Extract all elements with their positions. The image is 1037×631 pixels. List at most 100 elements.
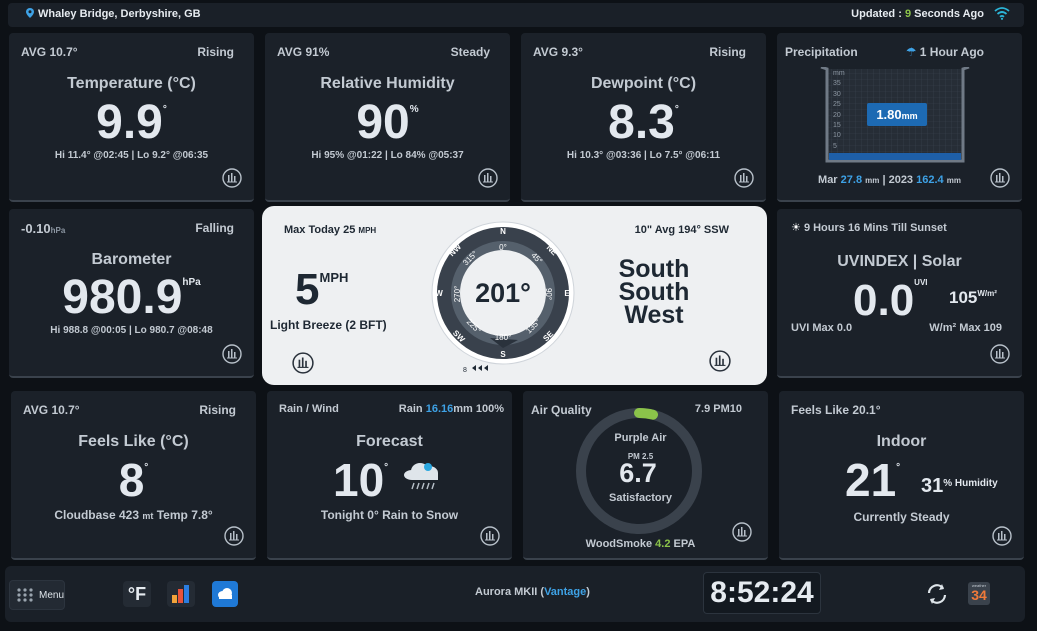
humidity-avg: AVG 91% [277,45,330,59]
chart-icon[interactable] [992,526,1012,546]
chart-icon[interactable] [734,168,754,188]
compass-0: 0° [499,243,507,252]
forecast-rain-value: 16.16 [425,403,454,415]
humidity-title: Relative Humidity [320,75,455,92]
chart-icon[interactable] [990,344,1010,364]
indoor-status: Currently Steady [853,510,950,524]
air-source: Purple Air [614,432,667,444]
solar-card[interactable]: ☀ 9 Hours 16 Mins Till Sunset UVINDEX | … [777,209,1022,378]
year-value: 162.4 [916,174,944,186]
dewpoint-trend: Rising [709,45,746,59]
temperature-hilo: Hi 11.4° @02:45 | Lo 9.2° @06:35 [54,150,209,161]
month-label: Mar [818,174,838,186]
barometer-hilo: Hi 988.8 @00:05 | Lo 980.7 @08:48 [50,325,213,336]
compass-s: S [500,350,506,359]
air-quality-card[interactable]: Air Quality 7.9 PM10 Purple Air PM 2.5 6… [523,391,768,560]
sun-icon: ☀ [791,222,801,234]
umbrella-icon: ☂ [905,45,917,59]
precipitation-ago-text: 1 Hour Ago [919,45,984,59]
precipitation-ago: ☂ 1 Hour Ago [906,45,984,59]
chart-icon[interactable] [990,168,1010,188]
wind-max: Max Today 25 MPH [284,224,376,236]
chart-icon[interactable] [732,522,752,542]
station-prefix: Aurora MKII ( [475,586,545,598]
wind-chart-icon-left[interactable] [292,352,314,374]
weather-app-button[interactable] [212,581,238,607]
chart-icon[interactable] [224,526,244,546]
humidity-value: 90 [356,96,410,149]
barometer-card[interactable]: -0.10hPa Falling Barometer 980.9hPa Hi 9… [9,209,254,378]
temperature-card[interactable]: AVG 10.7° Rising Temperature (°C) 9.9° H… [9,33,254,202]
scale-35: 35 [833,80,841,88]
cloudbase-value: 423 [119,508,140,522]
precipitation-value-box: 1.80mm [867,103,927,126]
wind-speed-unit: MPH [319,270,349,285]
update-status: Updated : 9 Seconds Ago [851,8,984,20]
chart-icon[interactable] [478,168,498,188]
indoor-unit: ° [896,462,901,473]
wind-max-label: Max Today [284,224,341,236]
solar-value-wrap: 105W/m² [949,288,997,308]
feels-trend: Rising [199,403,236,417]
month-unit: mm [865,176,880,185]
sunset-info: ☀ 9 Hours 16 Mins Till Sunset [791,221,947,234]
unit-toggle-button[interactable]: °F [123,581,151,607]
dewpoint-card[interactable]: AVG 9.3° Rising Dewpoint (°C) 8.3° Hi 10… [521,33,766,202]
forecast-value-wrap: 10° [333,457,388,503]
gust-marker: 8 [463,367,467,374]
woodsmoke: WoodSmoke 4.2 EPA [513,538,768,550]
bottom-bar: Menu °F Aurora MKII (Vantage) 8:52:24 we… [5,566,1025,622]
forecast-card[interactable]: Rain / Wind Rain 16.16mm 100% Forecast 1… [267,391,512,560]
temperature-value: 9.9 [96,96,163,149]
station-name[interactable]: Aurora MKII (Vantage) [475,586,590,598]
feels-value-wrap: 8° [11,457,256,503]
woodsmoke-unit: EPA [673,538,696,550]
wind-max-value: 25 [343,224,356,236]
indoor-value: 21 [845,454,897,506]
temperature-title: Temperature (°C) [67,75,196,92]
indoor-humidity: 31% Humidity [921,475,998,498]
cloudbase-label: Cloudbase [54,508,116,522]
forecast-left: Rain / Wind [279,403,339,415]
refresh-icon[interactable] [925,582,949,606]
indoor-card[interactable]: Feels Like 20.1° Indoor 21° 31% Humidity… [779,391,1024,560]
barometer-change-unit: hPa [50,226,66,235]
dewpoint-title: Dewpoint (°C) [590,75,697,92]
precipitation-unit: mm [901,111,918,121]
chart-icon[interactable] [222,344,242,364]
compass-n: N [500,227,506,236]
feels-avg: AVG 10.7° [23,403,80,417]
charts-button[interactable] [167,581,195,607]
precipitation-title: Precipitation [785,45,858,59]
dewpoint-value-wrap: 8.3° [521,99,766,147]
wind-card[interactable]: Max Today 25 MPH 10" Avg 194° SSW 5MPH L… [262,206,767,385]
barometer-value-wrap: 980.9hPa [9,274,254,322]
humidity-card[interactable]: AVG 91% Steady Relative Humidity 90% Hi … [265,33,510,202]
menu-button[interactable]: Menu [9,580,65,610]
wind-avg: 10" Avg 194° SSW [634,224,729,236]
cloudbase-unit: mt [142,511,154,521]
solar-unit: W/m² [977,289,997,298]
wind-speed-wrap: 5MPH [295,268,348,312]
precipitation-card[interactable]: Precipitation ☂ 1 Hour Ago mm 35 30 25 2… [777,33,1022,202]
forecast-rain-unit: mm 100% [453,403,504,415]
uv-unit: UVI [914,278,928,287]
cloud-icon [218,588,232,599]
forecast-value: 10 [333,454,385,506]
indoor-humidity-value: 31 [921,475,944,497]
solar-value: 105 [949,288,978,307]
location[interactable]: Whaley Bridge, Derbyshire, GB [26,8,201,20]
humidity-unit: % [409,104,419,115]
wind-chart-icon-right[interactable] [709,350,731,372]
chart-icon[interactable] [480,526,500,546]
calendar-button[interactable]: weather 34 [968,582,990,605]
chart-icon[interactable] [222,168,242,188]
forecast-text: Tonight 0° Rain to Snow [320,508,459,522]
forecast-unit: ° [384,462,389,473]
humidity-trend: Steady [450,45,490,59]
solar-max: W/m² Max 109 [929,322,1002,334]
dewpoint-value: 8.3 [608,96,675,149]
air-status: Satisfactory [609,492,672,504]
barometer-value: 980.9 [62,271,183,324]
feels-like-card[interactable]: AVG 10.7° Rising Feels Like (°C) 8° Clou… [11,391,256,560]
